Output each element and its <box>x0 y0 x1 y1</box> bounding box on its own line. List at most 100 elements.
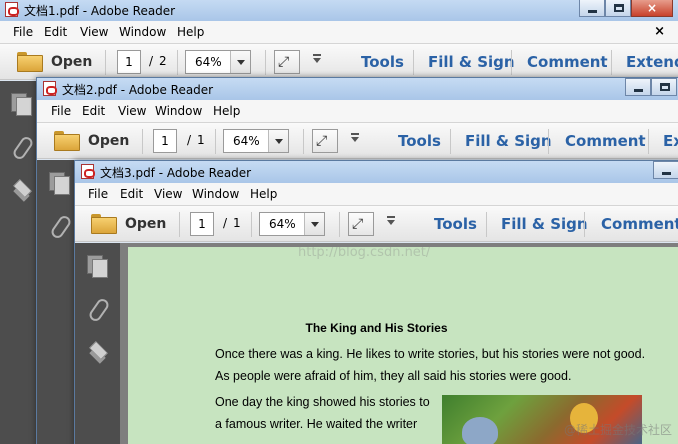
attachments-icon[interactable] <box>11 136 33 158</box>
fill-sign-button[interactable]: Fill & Sign <box>465 132 552 150</box>
open-button[interactable]: Open <box>125 216 166 232</box>
page-number-input[interactable]: 1 <box>153 129 177 153</box>
menu-help[interactable]: Help <box>250 187 277 201</box>
toolbar-separator <box>142 129 143 154</box>
window-controls <box>625 78 677 96</box>
window-controls <box>653 161 678 179</box>
url-watermark: http://blog.csdn.net/ <box>298 245 431 260</box>
window-controls: × <box>579 0 673 17</box>
menubar: File Edit View Window Help <box>37 100 678 123</box>
page-count: 1 <box>233 216 241 230</box>
menu-edit[interactable]: Edit <box>44 25 67 39</box>
minimize-button[interactable] <box>653 161 678 179</box>
fit-page-button[interactable]: ⤢ <box>274 50 300 74</box>
menu-window[interactable]: Window <box>192 187 239 201</box>
attachments-icon[interactable] <box>49 215 71 237</box>
document-heading: The King and His Stories <box>305 321 448 335</box>
menu-file[interactable]: File <box>51 104 71 118</box>
open-folder-icon[interactable] <box>17 52 43 72</box>
page-count: 1 <box>197 133 205 147</box>
zoom-select[interactable]: 64% <box>223 129 289 153</box>
tools-button[interactable]: Tools <box>398 132 441 150</box>
toolbar-separator <box>450 129 451 154</box>
menu-window[interactable]: Window <box>155 104 202 118</box>
menu-file[interactable]: File <box>88 187 108 201</box>
comment-button[interactable]: Comment <box>565 132 646 150</box>
paragraph-line: Once there was a king. He likes to write… <box>215 347 646 361</box>
menu-help[interactable]: Help <box>177 25 204 39</box>
toolbar-menu-icon[interactable] <box>387 216 395 225</box>
toolbar-separator <box>179 212 180 237</box>
pages-icon[interactable] <box>11 93 33 116</box>
chevron-down-icon[interactable] <box>268 130 288 152</box>
page-number-input[interactable]: 1 <box>190 212 214 236</box>
minimize-icon <box>634 89 643 92</box>
pages-icon[interactable] <box>49 172 71 195</box>
toolbar-separator <box>105 50 106 75</box>
window-title: 文档2.pdf - Adobe Reader <box>62 83 214 97</box>
menu-file[interactable]: File <box>13 25 33 39</box>
zoom-select[interactable]: 64% <box>185 50 251 74</box>
layers-icon[interactable] <box>11 179 33 201</box>
tools-button[interactable]: Tools <box>361 53 404 71</box>
zoom-value: 64% <box>269 217 296 231</box>
zoom-select[interactable]: 64% <box>259 212 325 236</box>
page-number-input[interactable]: 1 <box>117 50 141 74</box>
expand-icon: ⤢ <box>352 216 364 232</box>
maximize-button[interactable] <box>651 78 677 96</box>
extend-button[interactable]: Extend <box>626 53 678 71</box>
fit-page-button[interactable]: ⤢ <box>348 212 374 236</box>
toolbar-separator <box>413 50 414 75</box>
fit-page-button[interactable]: ⤢ <box>312 129 338 153</box>
window-title: 文档1.pdf - Adobe Reader <box>24 4 176 18</box>
toolbar-menu-icon[interactable] <box>351 133 359 142</box>
window-doc2-titlebar[interactable]: 文档2.pdf - Adobe Reader <box>37 78 678 100</box>
chevron-down-icon[interactable] <box>230 51 250 73</box>
open-folder-icon[interactable] <box>91 214 117 234</box>
open-button[interactable]: Open <box>51 54 92 70</box>
toolbar-separator <box>511 50 512 75</box>
close-button[interactable]: × <box>631 0 673 17</box>
expand-icon: ⤢ <box>316 133 328 149</box>
corner-watermark: @稀土掘金技术社区 <box>563 423 672 437</box>
fill-sign-button[interactable]: Fill & Sign <box>501 215 588 233</box>
toolbar: Open 1 / 1 64% ⤢ Tools Fill & Sign Comme… <box>75 206 678 242</box>
pdf-icon <box>81 164 95 179</box>
menu-edit[interactable]: Edit <box>120 187 143 201</box>
comment-button[interactable]: Comment <box>601 215 678 233</box>
menu-window[interactable]: Window <box>119 25 166 39</box>
maximize-button[interactable] <box>605 0 631 17</box>
maximize-icon <box>614 4 624 12</box>
toolbar-menu-icon[interactable] <box>313 54 321 63</box>
menu-view[interactable]: View <box>154 187 182 201</box>
document-close-button[interactable]: × <box>654 24 665 39</box>
menu-edit[interactable]: Edit <box>82 104 105 118</box>
document-area: The King and His Stories Once there was … <box>120 243 678 444</box>
tools-button[interactable]: Tools <box>434 215 477 233</box>
menu-help[interactable]: Help <box>213 104 240 118</box>
paragraph-line: One day the king showed his stories to <box>215 395 430 409</box>
window-doc1-titlebar[interactable]: 文档1.pdf - Adobe Reader × <box>0 0 678 21</box>
open-button[interactable]: Open <box>88 133 129 149</box>
menu-view[interactable]: View <box>80 25 108 39</box>
window-doc3[interactable]: 文档3.pdf - Adobe Reader File Edit View Wi… <box>74 160 678 444</box>
attachments-icon[interactable] <box>87 298 109 320</box>
minimize-icon <box>588 10 597 13</box>
expand-icon: ⤢ <box>278 54 290 70</box>
paragraph-line: a famous writer. He waited the writer <box>215 417 418 431</box>
chevron-down-icon[interactable] <box>304 213 324 235</box>
zoom-value: 64% <box>195 55 222 69</box>
window-doc3-titlebar[interactable]: 文档3.pdf - Adobe Reader <box>75 161 678 183</box>
comment-button[interactable]: Comment <box>527 53 608 71</box>
open-folder-icon[interactable] <box>54 131 80 151</box>
minimize-button[interactable] <box>579 0 605 17</box>
layers-icon[interactable] <box>87 341 109 363</box>
toolbar-separator <box>548 129 549 154</box>
minimize-icon <box>662 172 671 175</box>
fill-sign-button[interactable]: Fill & Sign <box>428 53 515 71</box>
extend-button[interactable]: Ex <box>663 132 678 150</box>
toolbar-separator <box>486 212 487 237</box>
menu-view[interactable]: View <box>118 104 146 118</box>
pages-icon[interactable] <box>87 255 109 278</box>
minimize-button[interactable] <box>625 78 651 96</box>
